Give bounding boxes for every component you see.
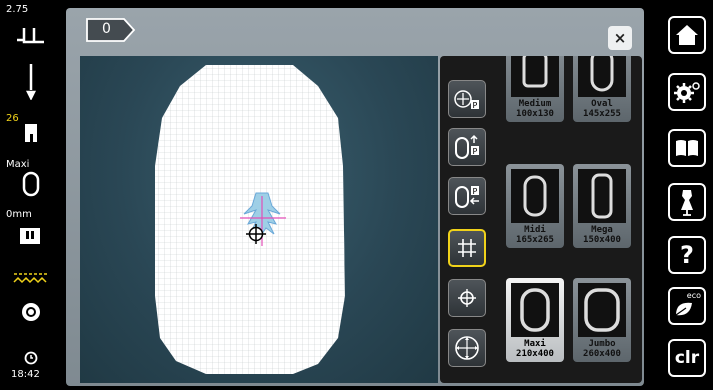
home-icon [676, 25, 698, 45]
crosshair-icon [458, 289, 476, 307]
clear-icon: clr [674, 348, 700, 368]
embroidery-canvas[interactable] [80, 56, 438, 383]
hoop-name: Maxi [524, 339, 546, 349]
embroidery-edit-screen: 0 × P P P Medium 100x130 Oval 145x255 Mi… [66, 8, 644, 386]
settings-button[interactable] [668, 73, 706, 111]
tutorial-button[interactable] [668, 129, 706, 167]
hoop-mega[interactable]: Mega 150x400 [573, 164, 631, 248]
svg-text:P: P [473, 187, 478, 196]
grid-toggle-button[interactable] [448, 229, 486, 267]
eco-button[interactable]: eco [668, 287, 706, 325]
hoop-size: 145x255 [583, 109, 621, 119]
hoop-preview [155, 65, 345, 374]
hoop-name: Oval [591, 99, 613, 109]
hoop-size: 165x265 [516, 235, 554, 245]
presser-foot-icon[interactable] [21, 122, 41, 144]
clock-icon [24, 351, 38, 365]
hoop-selection-tab[interactable]: 0 [84, 17, 136, 43]
eco-label: eco [686, 291, 701, 300]
creative-consultant-button[interactable] [668, 183, 706, 221]
thread-tension-icon[interactable] [12, 270, 50, 286]
hoop-oval[interactable]: Oval 145x255 [573, 56, 631, 122]
hoop-jumbo[interactable]: Jumbo 260x400 [573, 278, 631, 362]
help-icon: ? [680, 241, 694, 269]
dress-form-icon [681, 190, 693, 216]
close-button[interactable]: × [608, 26, 632, 50]
bobbin-icon[interactable] [20, 301, 42, 323]
center-point-icon: P [454, 90, 479, 110]
hoop-name: Medium [518, 99, 552, 109]
offset-label: 0mm [6, 209, 32, 220]
hoop-size: 150x400 [583, 235, 621, 245]
clock-time: 18:42 [11, 369, 40, 380]
center-point-button[interactable]: P [448, 80, 486, 118]
hoop-icon[interactable] [21, 170, 41, 198]
svg-text:P: P [473, 101, 478, 110]
right-menu-bar: ? eco clr [657, 0, 713, 390]
hoop-name: Mega [591, 225, 613, 235]
move-left-button[interactable]: P [448, 177, 486, 215]
hoop-size: 100x130 [516, 109, 554, 119]
clear-button[interactable]: clr [668, 339, 706, 377]
hoop-medium[interactable]: Medium 100x130 [506, 56, 564, 122]
svg-text:P: P [473, 147, 478, 156]
center-needle-button[interactable] [448, 329, 486, 367]
stitch-plate-icon[interactable] [18, 225, 42, 247]
hoop-name: Midi [524, 225, 546, 235]
crosshair-button[interactable] [448, 279, 486, 317]
left-status-bar: 2.75 26 Maxi 0mm 18:42 [0, 0, 62, 390]
hoop-size: 210x400 [516, 349, 554, 359]
hoop-midi[interactable]: Midi 165x265 [506, 164, 564, 248]
settings-icon [674, 82, 700, 103]
grid-icon [458, 239, 476, 257]
center-needle-icon [455, 336, 479, 360]
stitch-count-label: 26 [6, 113, 19, 124]
stitch-icon[interactable] [14, 22, 48, 50]
move-up-icon: P [455, 134, 479, 159]
hoop-name: Jumbo [588, 339, 616, 349]
hoop-panel: P P P Medium 100x130 Oval 145x255 Midi 1… [440, 56, 642, 383]
tab-label: 0 [102, 21, 111, 37]
hoop-size: 260x400 [583, 349, 621, 359]
move-up-button[interactable]: P [448, 128, 486, 166]
move-left-icon: P [455, 186, 479, 208]
hoop-maxi[interactable]: Maxi 210x400 [506, 278, 564, 362]
needle-icon[interactable] [24, 62, 38, 100]
home-button[interactable] [668, 16, 706, 54]
hoop-label: Maxi [6, 159, 30, 170]
tension-value: 2.75 [6, 4, 29, 15]
help-button[interactable]: ? [668, 236, 706, 274]
book-icon [676, 140, 698, 156]
